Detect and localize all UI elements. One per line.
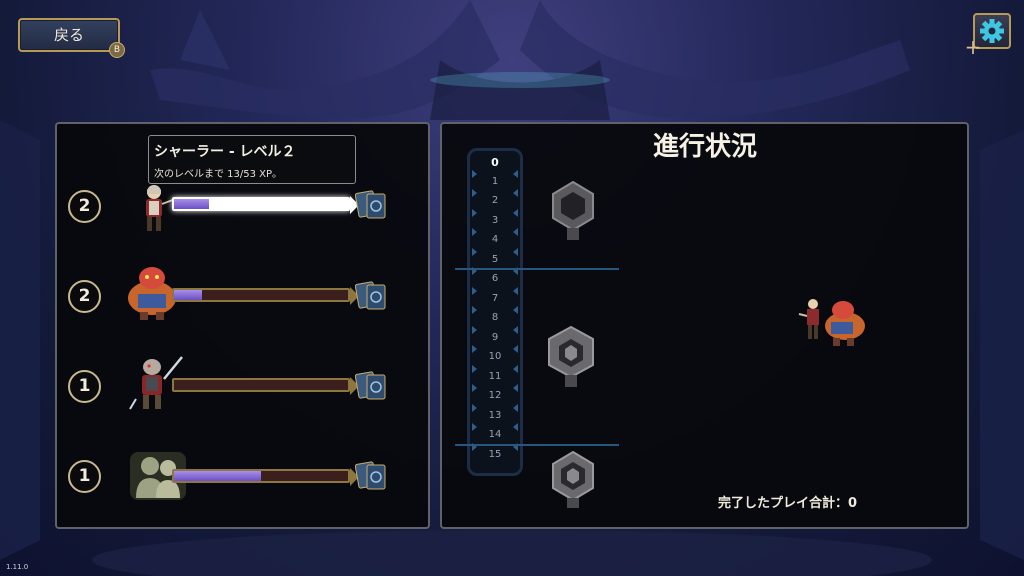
tooltip-title: シャーラー - レベル２ [154,144,296,160]
track-tick [513,423,518,431]
xp-bar [172,378,350,392]
level-badge: 2 [68,280,101,313]
track-tick [472,384,477,392]
xp-bar [172,288,350,302]
track-tick [513,228,518,236]
track-tick [472,247,477,256]
level-badge: 1 [68,370,101,403]
track-tick [472,228,477,236]
cards-icon[interactable] [355,459,389,493]
track-tick [472,403,477,412]
character-tooltip: シャーラー - レベル２ 次のレベルまで 13/53 XP。 [148,135,356,184]
xp-bar-fill [174,471,261,481]
track-number: 0 [491,156,499,169]
plus-icon: + [964,35,982,59]
xp-bar-fill [174,199,209,209]
track-tick [513,306,518,314]
section-divider [455,444,619,446]
b-key-hint-icon: B [109,42,125,58]
cards-icon[interactable] [355,188,389,222]
track-tick [472,208,477,217]
track-tick [513,189,518,197]
version-label: 1.11.0 [6,563,29,571]
track-tick [472,345,477,353]
track-tick [472,364,477,373]
track-tick [472,169,477,178]
back-button[interactable]: 戻る [18,18,120,52]
track-tick [513,325,518,334]
level-badge: 1 [68,460,101,493]
track-tick [513,403,518,412]
track-tick [472,325,477,334]
section-divider [455,268,619,270]
party-sprite-icon [798,299,865,346]
level-badge: 2 [68,190,101,223]
track-tick [472,286,477,295]
track-tick [472,423,477,431]
track-tick [513,384,518,392]
cards-icon[interactable] [355,369,389,403]
track-tick [513,208,518,217]
total-plays-label: 完了したプレイ合計：0 [718,496,858,511]
back-button-label: 戻る [54,26,85,44]
xp-bar [172,197,350,211]
xp-bar-fill [174,290,202,300]
milestone-locked-icon [548,325,594,387]
tooltip-subtitle: 次のレベルまで 13/53 XP。 [154,169,283,180]
track-tick [513,286,518,295]
cards-icon[interactable] [355,279,389,313]
milestone-locked-icon [552,450,594,508]
track-tick [513,169,518,178]
xp-bar [172,469,350,483]
track-tick [472,189,477,197]
progress-title: 進行状況 [652,132,757,162]
track-tick [513,247,518,256]
milestone-locked-icon [552,180,594,240]
track-tick [472,306,477,314]
track-tick [513,364,518,373]
track-tick [513,345,518,353]
